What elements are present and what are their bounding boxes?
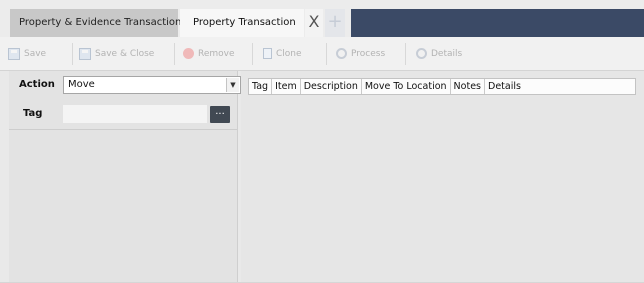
items-grid: Tag Item Description Move To Location No… xyxy=(241,71,644,283)
tag-row: Tag ... xyxy=(9,103,237,127)
column-header-details[interactable]: Details xyxy=(485,79,524,94)
column-header-item[interactable]: Item xyxy=(272,79,301,94)
process-gear-icon xyxy=(336,48,347,59)
add-tab-icon[interactable]: + xyxy=(325,9,345,37)
chevron-down-icon[interactable]: ▼ xyxy=(226,78,239,92)
tab-strip-background xyxy=(351,9,644,37)
remove-label: Remove xyxy=(198,49,235,59)
column-header-move-to-location[interactable]: Move To Location xyxy=(362,79,451,94)
grid-header: Tag Item Description Move To Location No… xyxy=(248,78,636,95)
save-close-button[interactable]: Save & Close xyxy=(79,45,154,63)
save-close-icon xyxy=(79,47,91,60)
clone-icon xyxy=(263,48,272,59)
save-icon xyxy=(8,47,20,60)
toolbar: Save Save & Close Remove Clone Process D… xyxy=(0,37,644,71)
tab-strip: Property & Evidence Transaction Property… xyxy=(0,0,644,37)
remove-button[interactable]: Remove xyxy=(183,45,235,63)
tab-property-evidence-transaction[interactable]: Property & Evidence Transaction xyxy=(10,9,181,37)
save-close-label: Save & Close xyxy=(95,49,155,59)
process-button[interactable]: Process xyxy=(336,45,385,63)
form-divider xyxy=(9,129,237,130)
column-header-description[interactable]: Description xyxy=(301,79,362,94)
save-label: Save xyxy=(24,49,47,59)
save-button[interactable]: Save xyxy=(8,45,46,63)
close-tab-icon[interactable]: X xyxy=(305,9,323,37)
toolbar-separator xyxy=(405,43,406,65)
tag-label: Tag xyxy=(23,108,43,119)
transaction-form-panel: Action Move ▼ Tag ... xyxy=(9,71,241,283)
toolbar-separator xyxy=(252,43,253,65)
clone-label: Clone xyxy=(276,49,302,59)
tag-browse-button[interactable]: ... xyxy=(210,106,230,123)
tag-input[interactable] xyxy=(63,105,207,123)
action-select[interactable]: Move ▼ xyxy=(63,76,241,94)
column-header-notes[interactable]: Notes xyxy=(451,79,485,94)
clone-button[interactable]: Clone xyxy=(263,45,302,63)
remove-icon xyxy=(183,48,194,59)
toolbar-separator xyxy=(326,43,327,65)
toolbar-separator xyxy=(174,43,175,65)
toolbar-separator xyxy=(72,43,73,65)
tab-property-transaction[interactable]: Property Transaction xyxy=(180,9,304,37)
column-header-tag[interactable]: Tag xyxy=(249,79,273,94)
action-label: Action xyxy=(19,79,55,90)
details-label: Details xyxy=(431,49,463,59)
process-label: Process xyxy=(351,49,386,59)
details-gear-icon xyxy=(416,48,427,59)
action-select-value: Move xyxy=(68,79,95,90)
details-button[interactable]: Details xyxy=(416,45,462,63)
action-row: Action Move ▼ xyxy=(9,74,241,98)
